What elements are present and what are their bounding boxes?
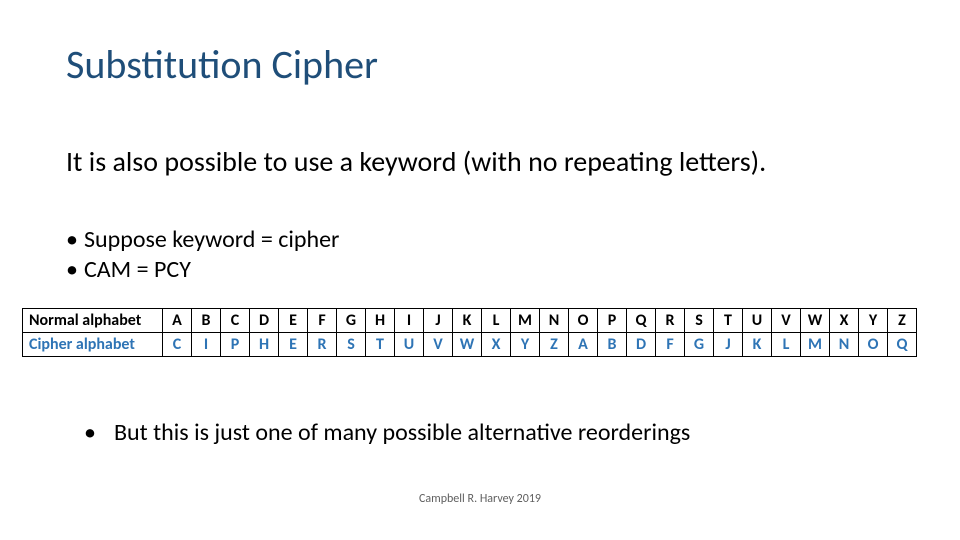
cell: E xyxy=(279,309,308,333)
cell: U xyxy=(743,309,772,333)
row-label-normal: Normal alphabet xyxy=(23,309,163,333)
cell: V xyxy=(424,333,453,357)
cell: C xyxy=(163,333,192,357)
table-row: Normal alphabet A B C D E F G H I J K L … xyxy=(23,309,917,333)
cell: Y xyxy=(511,333,540,357)
cell: E xyxy=(279,333,308,357)
cell: D xyxy=(627,333,656,357)
cell: W xyxy=(453,333,482,357)
list-item: • CAM = PCY xyxy=(66,255,339,285)
cell: R xyxy=(308,333,337,357)
cell: Z xyxy=(540,333,569,357)
cell: X xyxy=(830,309,859,333)
bullet-dot-icon: • xyxy=(66,255,84,285)
cell: U xyxy=(395,333,424,357)
cell: J xyxy=(714,333,743,357)
cell: A xyxy=(163,309,192,333)
cell: N xyxy=(830,333,859,357)
bullet-dot-icon: • xyxy=(66,225,84,255)
cell: Y xyxy=(859,309,888,333)
cell: B xyxy=(598,333,627,357)
cell: W xyxy=(801,309,830,333)
cell: M xyxy=(511,309,540,333)
cell: G xyxy=(337,309,366,333)
cell: K xyxy=(453,309,482,333)
slide-subtitle: It is also possible to use a keyword (wi… xyxy=(66,145,894,179)
cell: D xyxy=(250,309,279,333)
cell: I xyxy=(192,333,221,357)
bullet-dot-icon: • xyxy=(84,418,114,447)
cell: V xyxy=(772,309,801,333)
bullet-list: • Suppose keyword = cipher • CAM = PCY xyxy=(66,225,339,285)
cell: F xyxy=(308,309,337,333)
cell: B xyxy=(192,309,221,333)
cell: H xyxy=(250,333,279,357)
cell: I xyxy=(395,309,424,333)
cell: Q xyxy=(627,309,656,333)
cell: J xyxy=(424,309,453,333)
cell: R xyxy=(656,309,685,333)
cell: A xyxy=(569,333,598,357)
bottom-bullet-text: But this is just one of many possible al… xyxy=(114,418,690,447)
cell: T xyxy=(366,333,395,357)
row-label-cipher: Cipher alphabet xyxy=(23,333,163,357)
cell: S xyxy=(337,333,366,357)
cell: S xyxy=(685,309,714,333)
cell: P xyxy=(221,333,250,357)
table-row: Cipher alphabet C I P H E R S T U V W X … xyxy=(23,333,917,357)
cell: K xyxy=(743,333,772,357)
cipher-table: Normal alphabet A B C D E F G H I J K L … xyxy=(22,308,917,357)
cell: L xyxy=(482,309,511,333)
cell: Z xyxy=(888,309,917,333)
cell: L xyxy=(772,333,801,357)
cell: P xyxy=(598,309,627,333)
cell: T xyxy=(714,309,743,333)
cell: H xyxy=(366,309,395,333)
cell: M xyxy=(801,333,830,357)
bottom-bullet: • But this is just one of many possible … xyxy=(84,418,690,447)
footer-attribution: Campbell R. Harvey 2019 xyxy=(0,492,960,506)
bullet-text: Suppose keyword = cipher xyxy=(84,225,339,255)
cell: O xyxy=(859,333,888,357)
list-item: • Suppose keyword = cipher xyxy=(66,225,339,255)
cell: F xyxy=(656,333,685,357)
cell: X xyxy=(482,333,511,357)
cell: Q xyxy=(888,333,917,357)
cell: G xyxy=(685,333,714,357)
bullet-text: CAM = PCY xyxy=(84,255,191,285)
cell: N xyxy=(540,309,569,333)
slide-title: Substitution Cipher xyxy=(66,40,378,89)
cell: C xyxy=(221,309,250,333)
cell: O xyxy=(569,309,598,333)
